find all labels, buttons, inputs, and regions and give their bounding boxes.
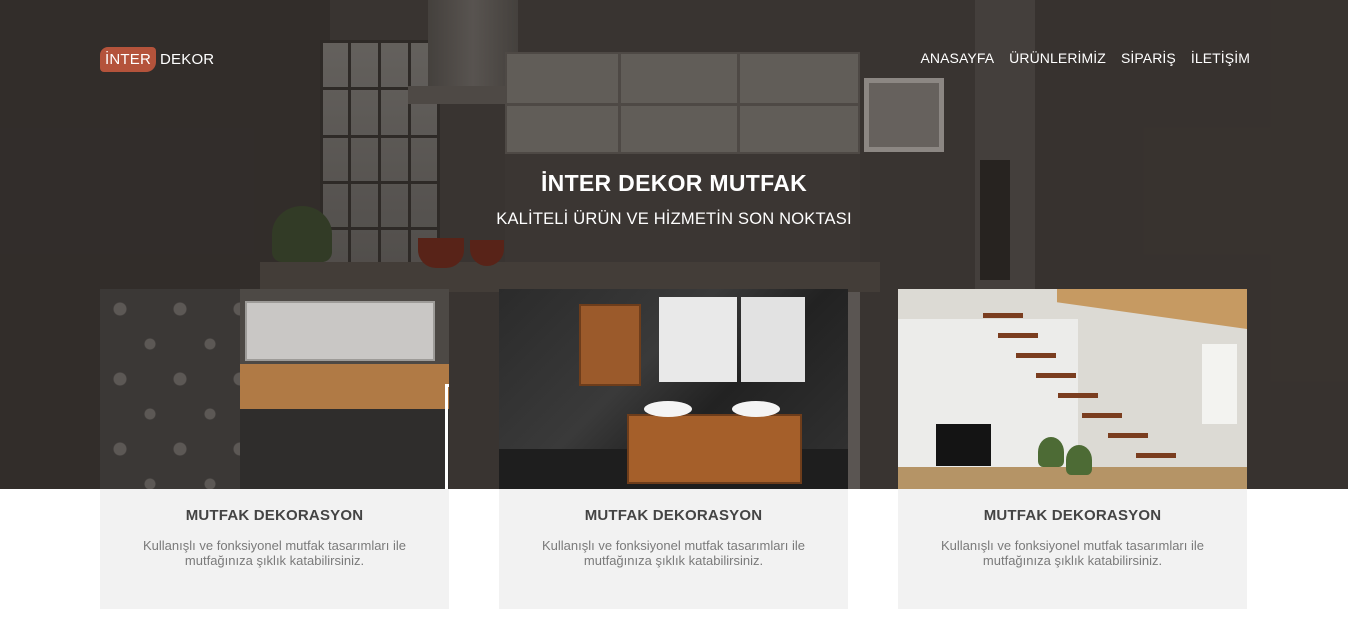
service-card[interactable]: MUTFAK DEKORASYON Kullanışlı ve fonksiyo…: [499, 289, 848, 609]
logo-text: DEKOR: [160, 50, 215, 68]
hero-title: İNTER DEKOR MUTFAK: [540, 170, 808, 196]
nav-item-siparis[interactable]: SİPARİŞ: [1121, 50, 1176, 66]
logo-badge: İNTER: [100, 46, 156, 72]
card-description: Kullanışlı ve fonksiyonel mutfak tasarım…: [941, 538, 1204, 568]
nav-item-iletisim[interactable]: İLETİŞİM: [1191, 50, 1250, 66]
logo[interactable]: İNTER DEKOR: [100, 44, 214, 74]
hero-subtitle: KALİTELİ ÜRÜN VE HİZMETİN SON NOKTASI: [496, 210, 852, 228]
nav-item-urunlerimiz[interactable]: ÜRÜNLERİMİZ: [1009, 50, 1106, 66]
card-title: MUTFAK DEKORASYON: [584, 507, 763, 524]
nav-item-anasayfa[interactable]: ANASAYFA: [920, 50, 994, 66]
card-title: MUTFAK DEKORASYON: [983, 507, 1162, 524]
card-image-bathroom: [499, 289, 848, 489]
service-card[interactable]: MUTFAK DEKORASYON Kullanışlı ve fonksiyo…: [898, 289, 1247, 609]
card-image-kitchen: [100, 289, 449, 489]
card-description: Kullanışlı ve fonksiyonel mutfak tasarım…: [143, 538, 406, 568]
service-card[interactable]: MUTFAK DEKORASYON Kullanışlı ve fonksiyo…: [100, 289, 449, 609]
card-image-living-room: [898, 289, 1247, 489]
card-description: Kullanışlı ve fonksiyonel mutfak tasarım…: [542, 538, 805, 568]
card-title: MUTFAK DEKORASYON: [185, 507, 364, 524]
main-nav: ANASAYFA ÜRÜNLERİMİZ SİPARİŞ İLETİŞİM: [920, 50, 1250, 66]
